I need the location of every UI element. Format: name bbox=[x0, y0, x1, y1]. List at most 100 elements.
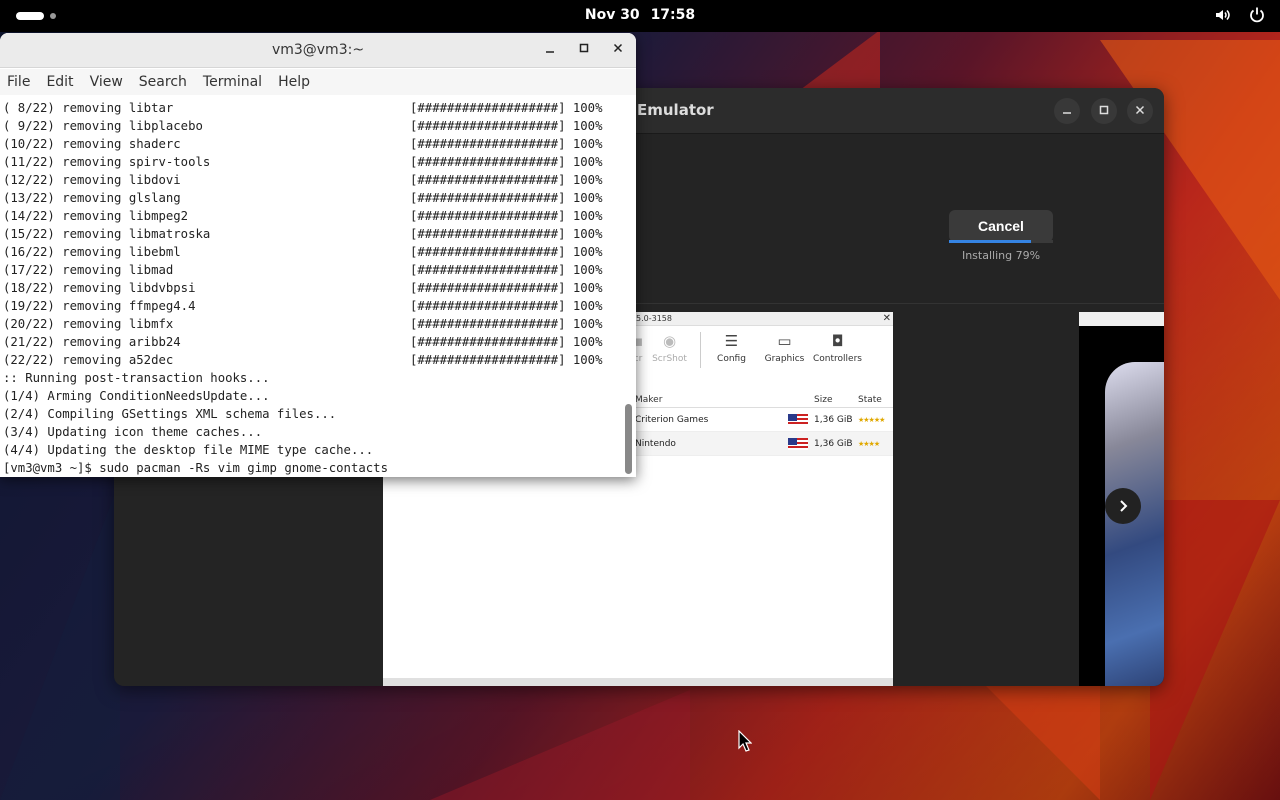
minimize-button[interactable] bbox=[1054, 98, 1080, 124]
close-icon: ✕ bbox=[882, 313, 891, 324]
column-header-size: Size bbox=[814, 395, 833, 405]
terminal-line: :: Running post-transaction hooks... bbox=[3, 369, 622, 387]
terminal-line: (21/22) removing aribb24 [###############… bbox=[3, 333, 622, 351]
power-icon[interactable] bbox=[1248, 6, 1266, 24]
toolbar-item-scrshot: ◉ ScrShot bbox=[643, 332, 696, 368]
menu-search[interactable]: Search bbox=[139, 69, 187, 95]
terminal-menubar: File Edit View Search Terminal Help bbox=[0, 69, 636, 95]
terminal-progress-bar: [###################] 100% bbox=[410, 299, 603, 313]
terminal-line: (11/22) removing spirv-tools [###########… bbox=[3, 153, 622, 171]
terminal-line-text: (11/22) removing spirv-tools bbox=[3, 155, 211, 169]
clock[interactable]: Nov 30 17:58 bbox=[560, 7, 720, 23]
menu-terminal[interactable]: Terminal bbox=[203, 69, 262, 95]
minimize-icon bbox=[1063, 112, 1071, 114]
install-progress-bar bbox=[949, 240, 1053, 243]
terminal-line-text: (1/4) Arming ConditionNeedsUpdate... bbox=[3, 389, 270, 403]
table-row: Criterion Games 1,36 GiB ★★★★★ bbox=[633, 408, 893, 432]
terminal-line-text: (14/22) removing libmpeg2 bbox=[3, 209, 189, 223]
wallpaper-facet bbox=[430, 690, 690, 800]
terminal-progress-bar: [###################] 100% bbox=[410, 137, 603, 151]
terminal-window[interactable]: vm3@vm3:~ File Edit View Search Terminal… bbox=[0, 33, 636, 477]
terminal-line: (17/22) removing libmad [################… bbox=[3, 261, 622, 279]
scrollbar-thumb[interactable] bbox=[625, 404, 632, 474]
toolbar-item-label: Controllers bbox=[813, 354, 862, 364]
terminal-line: (10/22) removing shaderc [###############… bbox=[3, 135, 622, 153]
terminal-line: (19/22) removing ffmpeg4.4 [#############… bbox=[3, 297, 622, 315]
terminal-progress-bar: [###################] 100% bbox=[410, 227, 603, 241]
window-title: Emulator bbox=[637, 101, 714, 119]
camera-icon: ◉ bbox=[662, 332, 677, 350]
volume-icon[interactable] bbox=[1214, 6, 1232, 24]
gamepad-icon: ◘ bbox=[831, 332, 844, 350]
next-screenshot-button[interactable] bbox=[1105, 488, 1141, 524]
toolbar-separator bbox=[700, 332, 701, 368]
terminal-scrollbar[interactable] bbox=[624, 96, 634, 477]
terminal-line-text: (22/22) removing a52dec bbox=[3, 353, 174, 367]
terminal-line-text: (15/22) removing libmatroska bbox=[3, 227, 211, 241]
terminal-line-text: ( 9/22) removing libplacebo bbox=[3, 119, 203, 133]
terminal-line: (16/22) removing libebml [###############… bbox=[3, 243, 622, 261]
toolbar-item-label: ScrShot bbox=[652, 354, 687, 364]
monitor-icon: ▭ bbox=[777, 332, 792, 350]
system-tray[interactable] bbox=[1214, 6, 1266, 24]
table-header: Maker Size State bbox=[633, 392, 893, 408]
maximize-button[interactable] bbox=[1091, 98, 1117, 124]
terminal-line: (18/22) removing libdvbpsi [#############… bbox=[3, 279, 622, 297]
toolbar-item-controllers: ◘ Controllers bbox=[811, 332, 864, 368]
us-flag-icon bbox=[788, 432, 814, 455]
terminal-output[interactable]: ( 8/22) removing libtar [################… bbox=[0, 96, 622, 477]
terminal-progress-bar: [###################] 100% bbox=[410, 191, 603, 205]
terminal-line: ( 8/22) removing libtar [################… bbox=[3, 99, 622, 117]
terminal-line: (12/22) removing libdovi [###############… bbox=[3, 171, 622, 189]
terminal-line: ( 9/22) removing libplacebo [############… bbox=[3, 117, 622, 135]
cancel-install-button[interactable]: Cancel bbox=[949, 210, 1053, 242]
maximize-icon bbox=[1099, 105, 1109, 115]
cell-state-stars: ★★★★★ bbox=[858, 416, 885, 424]
activities-button[interactable] bbox=[16, 12, 56, 20]
menu-help[interactable]: Help bbox=[278, 69, 310, 95]
terminal-progress-bar: [###################] 100% bbox=[410, 209, 603, 223]
top-bar: Nov 30 17:58 bbox=[0, 0, 1280, 32]
close-button[interactable] bbox=[1127, 98, 1153, 124]
maximize-icon bbox=[579, 43, 589, 53]
cell-size: 1,36 GiB bbox=[814, 415, 853, 425]
minimize-button[interactable] bbox=[541, 42, 559, 60]
column-header-maker: Maker bbox=[635, 395, 663, 405]
terminal-line: (2/4) Compiling GSettings XML schema fil… bbox=[3, 405, 622, 423]
terminal-line-text: (18/22) removing libdvbpsi bbox=[3, 281, 196, 295]
terminal-line-text: (13/22) removing glslang bbox=[3, 191, 181, 205]
cell-state-stars: ★★★★ bbox=[858, 440, 880, 448]
close-icon bbox=[1135, 105, 1145, 115]
terminal-line-text: (20/22) removing libmfx bbox=[3, 317, 174, 331]
game-list-table: Maker Size State Criterion Games 1,36 Gi… bbox=[633, 392, 893, 456]
terminal-progress-bar: [###################] 100% bbox=[410, 317, 603, 331]
terminal-progress-bar: [###################] 100% bbox=[410, 335, 603, 349]
menu-view[interactable]: View bbox=[90, 69, 123, 95]
cell-size: 1,36 GiB bbox=[814, 439, 853, 449]
terminal-progress-bar: [###################] 100% bbox=[410, 353, 603, 367]
column-header-state: State bbox=[858, 395, 882, 405]
terminal-progress-bar: [###################] 100% bbox=[410, 245, 603, 259]
terminal-line-text: [vm3@vm3 ~]$ sudo pacman -Rs vim gimp gn… bbox=[3, 461, 388, 475]
close-button[interactable] bbox=[609, 42, 627, 60]
terminal-line: (14/22) removing libmpeg2 [##############… bbox=[3, 207, 622, 225]
menu-edit[interactable]: Edit bbox=[46, 69, 73, 95]
terminal-progress-bar: [###################] 100% bbox=[410, 155, 603, 169]
game-artwork bbox=[1105, 362, 1164, 686]
screenshot-footer bbox=[383, 678, 893, 686]
terminal-line-text: (10/22) removing shaderc bbox=[3, 137, 181, 151]
terminal-line-text: (2/4) Compiling GSettings XML schema fil… bbox=[3, 407, 337, 421]
menu-file[interactable]: File bbox=[7, 69, 30, 95]
maximize-button[interactable] bbox=[575, 42, 593, 60]
terminal-line-text: ( 8/22) removing libtar bbox=[3, 101, 174, 115]
wallpaper-facet bbox=[1150, 500, 1280, 800]
mouse-cursor-icon bbox=[738, 730, 752, 752]
toolbar-item-graphics: ▭ Graphics bbox=[758, 332, 811, 368]
terminal-line-text: (19/22) removing ffmpeg4.4 bbox=[3, 299, 196, 313]
install-progress-fill bbox=[949, 240, 1032, 243]
workspace-active-indicator bbox=[16, 12, 44, 20]
terminal-progress-bar: [###################] 100% bbox=[410, 119, 603, 133]
terminal-line: (22/22) removing a52dec [################… bbox=[3, 351, 622, 369]
terminal-line: (13/22) removing glslang [###############… bbox=[3, 189, 622, 207]
terminal-progress-bar: [###################] 100% bbox=[410, 281, 603, 295]
